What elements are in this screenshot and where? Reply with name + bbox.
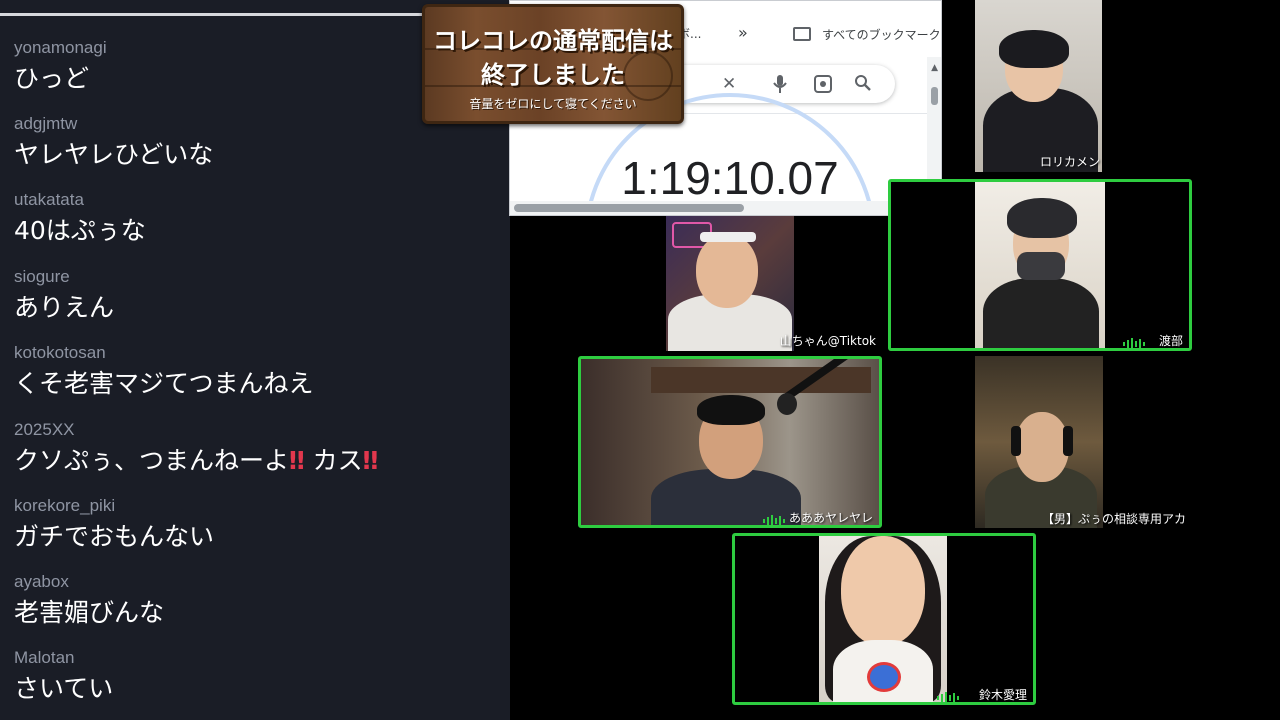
chat-username: ayabox	[14, 572, 69, 591]
chat-text: くそ老害マジてつまんねえ	[14, 369, 314, 398]
video-tile[interactable]: 鈴木愛理	[732, 533, 1036, 705]
participant-name: 山ちゃん@Tiktok	[779, 334, 876, 348]
participant-video	[975, 356, 1103, 528]
video-tile[interactable]: 山ちゃん@Tiktok	[664, 216, 880, 351]
lens-icon[interactable]	[814, 75, 832, 93]
participant-name: ロリカメン	[1039, 155, 1100, 169]
sign-title: コレコレの通常配信は	[433, 27, 673, 55]
chat-message: 2025XX クソぷぅ、つまんねーよ‼ カス‼	[14, 420, 494, 478]
participant-video	[819, 536, 947, 702]
chat-text: 老害媚びんな	[14, 598, 165, 627]
sign-title: 終了しました	[481, 61, 625, 89]
chat-text: ありえん	[14, 293, 115, 322]
chat-text: 40はぷぅな	[14, 216, 146, 245]
video-tile[interactable]: 【男】ぷぅの相談専用アカ	[973, 356, 1192, 528]
search-icon[interactable]	[854, 74, 872, 97]
chat-message: adgjmtw ヤレヤレひどいな	[14, 114, 494, 172]
video-tile[interactable]: あああヤレヤレ	[578, 356, 882, 528]
audio-wave-icon	[937, 687, 965, 702]
double-exclamation-icon: ‼	[362, 446, 379, 475]
chat-username: 2025XX	[14, 420, 75, 439]
chat-text: クソぷぅ、つまんねーよ‼ カス‼	[14, 446, 379, 475]
chat-username: utakatata	[14, 190, 84, 209]
scroll-thumb[interactable]	[514, 204, 744, 212]
chat-message: kotokotosan くそ老害マジてつまんねえ	[14, 343, 494, 401]
chat-message: utakatata 40はぷぅな	[14, 190, 494, 248]
participant-video	[666, 216, 794, 351]
video-tile[interactable]: ロリカメン	[973, 0, 1104, 176]
microphone-icon[interactable]	[773, 74, 787, 99]
participant-name: あああヤレヤレ	[788, 511, 873, 525]
stream-ended-sign: コレコレの通常配信は 終了しました 音量をゼロにして寝てください	[422, 4, 684, 124]
stopwatch-time: 1:19:10.07	[621, 152, 839, 204]
double-exclamation-icon: ‼	[289, 446, 305, 475]
chat-message: siogure ありえん	[14, 267, 494, 325]
scroll-up-icon[interactable]: ▲	[931, 63, 938, 73]
video-tile[interactable]: 渡部	[888, 179, 1192, 351]
chat-text: ヤレヤレひどいな	[14, 140, 214, 169]
sign-subtitle: 音量をゼロにして寝てください	[469, 97, 637, 111]
chat-username: korekore_piki	[14, 496, 116, 515]
chat-username: siogure	[14, 267, 70, 286]
audio-wave-icon	[1123, 333, 1151, 348]
chat-username: Malotan	[14, 648, 75, 667]
more-bookmarks-icon[interactable]: »	[738, 23, 748, 42]
horizontal-scrollbar[interactable]	[510, 201, 941, 215]
scroll-thumb[interactable]	[931, 87, 938, 105]
participant-name: 【男】ぷぅの相談専用アカ	[1041, 512, 1186, 526]
chat-text: ガチでおもんない	[14, 522, 215, 551]
participant-video	[975, 182, 1105, 348]
chat-text: さいてい	[14, 674, 114, 703]
participant-name: 鈴木愛理	[978, 688, 1027, 702]
chat-top-divider	[0, 13, 428, 16]
chat-message: korekore_piki ガチでおもんない	[14, 496, 494, 554]
participant-name: 渡部	[1158, 334, 1183, 348]
participant-video	[975, 0, 1102, 172]
audio-wave-icon	[763, 510, 791, 525]
all-bookmarks-link[interactable]: すべてのブックマーク	[822, 26, 941, 43]
folder-icon[interactable]	[793, 27, 811, 41]
chat-message: ayabox 老害媚びんな	[14, 572, 494, 630]
chat-username: kotokotosan	[14, 343, 106, 362]
close-icon[interactable]: ✕	[722, 74, 736, 94]
participant-video	[581, 359, 879, 525]
chat-message: Malotan さいてい	[14, 648, 494, 706]
